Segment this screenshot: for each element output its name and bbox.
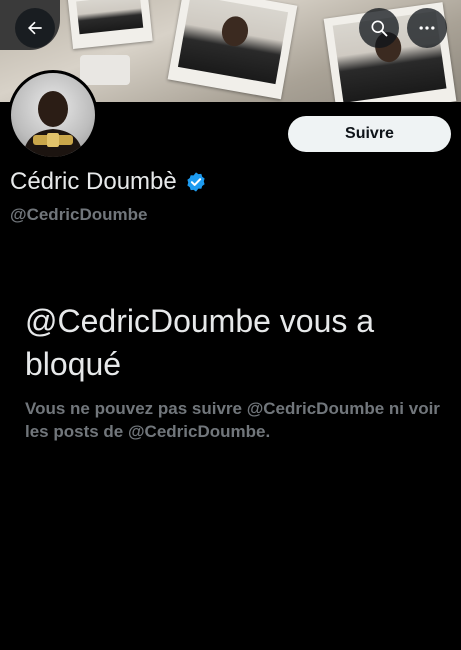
follow-button[interactable]: Suivre (288, 116, 451, 152)
more-horizontal-icon (419, 26, 435, 30)
more-button[interactable] (407, 8, 447, 48)
search-icon (371, 20, 388, 37)
blocked-title: @CedricDoumbe vous a bloqué (25, 303, 375, 382)
banner-photo (167, 0, 298, 100)
banner-photo (67, 0, 153, 50)
avatar-image (23, 91, 83, 157)
display-name: Cédric Doumbè (10, 168, 177, 195)
profile-handle: @CedricDoumbe (10, 205, 148, 224)
search-button[interactable] (359, 8, 399, 48)
arrow-left-icon (28, 21, 42, 35)
profile-name-row: Cédric Doumbè (10, 168, 207, 196)
back-button[interactable] (15, 8, 55, 48)
banner-camera-object (80, 55, 130, 85)
avatar[interactable] (8, 70, 98, 160)
blocked-description: Vous ne pouvez pas suivre @CedricDoumbe … (25, 399, 440, 441)
verified-badge-icon[interactable] (185, 171, 207, 193)
